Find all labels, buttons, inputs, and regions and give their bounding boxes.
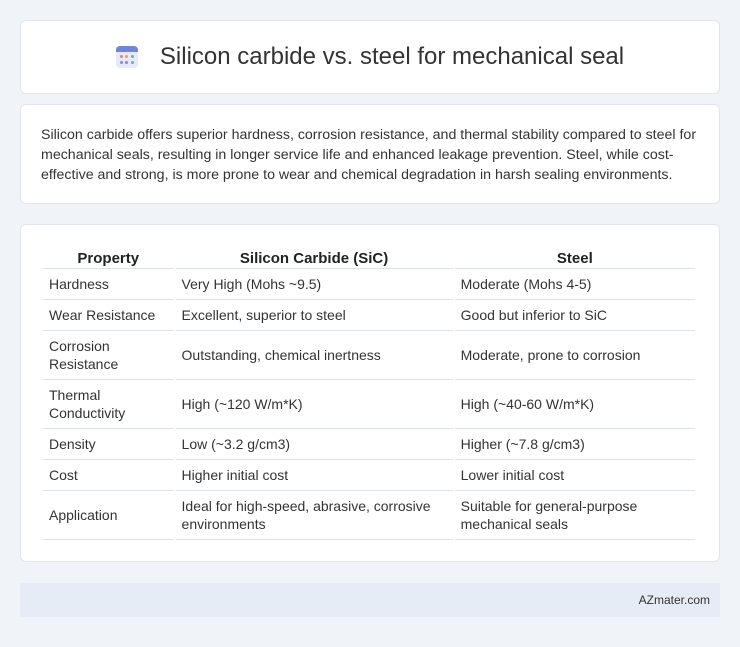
steel-cell: Lower initial cost (454, 460, 695, 491)
steel-cell: Higher (~7.8 g/cm3) (454, 429, 695, 460)
description-text: Silicon carbide offers superior hardness… (41, 127, 697, 183)
steel-cell: Moderate (Mohs 4-5) (454, 269, 695, 300)
table-row: Thermal Conductivity High (~120 W/m*K) H… (43, 380, 695, 429)
title-card: Silicon carbide vs. steel for mechanical… (20, 20, 720, 94)
property-cell: Corrosion Resistance (43, 331, 174, 380)
table-row: Corrosion Resistance Outstanding, chemic… (43, 331, 695, 380)
steel-cell: High (~40-60 W/m*K) (454, 380, 695, 429)
property-cell: Cost (43, 460, 174, 491)
table-row: Wear Resistance Excellent, superior to s… (43, 300, 695, 331)
property-cell: Thermal Conductivity (43, 380, 174, 429)
table-row: Hardness Very High (Mohs ~9.5) Moderate … (43, 269, 695, 300)
comparison-table-card: Property Silicon Carbide (SiC) Steel Har… (20, 224, 720, 562)
sic-cell: Higher initial cost (175, 460, 453, 491)
comparison-table: Property Silicon Carbide (SiC) Steel Har… (41, 245, 697, 540)
page-title-text: Silicon carbide vs. steel for mechanical… (159, 43, 625, 70)
description-card: Silicon carbide offers superior hardness… (20, 104, 720, 204)
property-cell: Application (43, 491, 174, 540)
sic-cell: High (~120 W/m*K) (175, 380, 453, 429)
property-cell: Hardness (43, 269, 174, 300)
property-cell: Density (43, 429, 174, 460)
table-header-row: Property Silicon Carbide (SiC) Steel (43, 245, 695, 269)
footer: AZmater.com (20, 583, 720, 617)
sic-cell: Low (~3.2 g/cm3) (175, 429, 453, 460)
table-row: Cost Higher initial cost Lower initial c… (43, 460, 695, 491)
calendar-grid-icon (115, 46, 138, 68)
column-header-steel: Steel (454, 245, 695, 269)
steel-cell: Moderate, prone to corrosion (454, 331, 695, 380)
sic-cell: Outstanding, chemical inertness (175, 331, 453, 380)
sic-cell: Very High (Mohs ~9.5) (175, 269, 453, 300)
steel-cell: Good but inferior to SiC (454, 300, 695, 331)
table-row: Application Ideal for high-speed, abrasi… (43, 491, 695, 540)
page-title: Silicon carbide vs. steel for mechanical… (115, 43, 625, 71)
sic-cell: Excellent, superior to steel (175, 300, 453, 331)
column-header-property: Property (43, 245, 174, 269)
steel-cell: Suitable for general-purpose mechanical … (454, 491, 695, 540)
property-cell: Wear Resistance (43, 300, 174, 331)
footer-brand[interactable]: AZmater.com (639, 593, 710, 607)
column-header-silicon-carbide: Silicon Carbide (SiC) (175, 245, 453, 269)
sic-cell: Ideal for high-speed, abrasive, corrosiv… (175, 491, 453, 540)
table-row: Density Low (~3.2 g/cm3) Higher (~7.8 g/… (43, 429, 695, 460)
